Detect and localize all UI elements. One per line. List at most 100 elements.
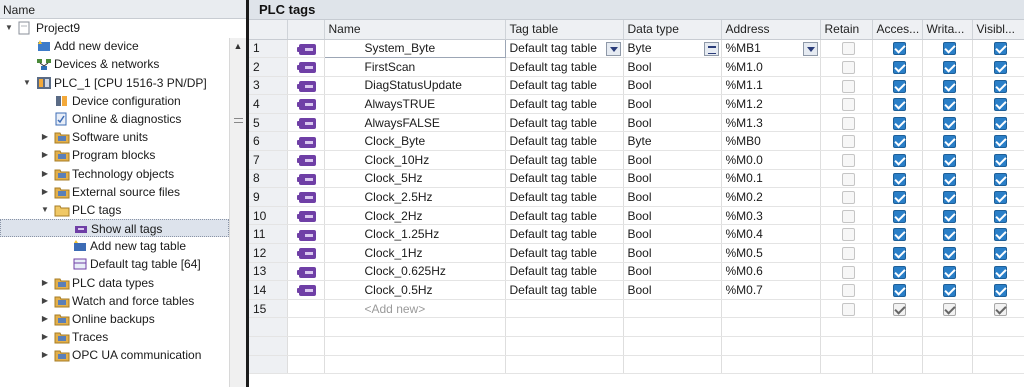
accessible-cell[interactable] [872, 76, 923, 96]
tag-table-cell[interactable]: Default tag table [505, 169, 624, 189]
writable-checkbox[interactable] [942, 209, 956, 223]
visible-checkbox[interactable] [993, 61, 1007, 75]
retain-cell[interactable] [820, 206, 873, 226]
visible-checkbox[interactable] [993, 135, 1007, 149]
column-header[interactable] [287, 20, 325, 40]
tag-table-cell[interactable]: Default tag table [505, 39, 624, 59]
retain-cell[interactable] [820, 224, 873, 245]
column-header[interactable]: Tag table [505, 20, 624, 40]
tree-item[interactable]: Online & diagnostics [0, 110, 229, 128]
retain-cell[interactable] [820, 299, 873, 319]
writable-cell[interactable] [922, 113, 973, 133]
column-header[interactable]: Retain [820, 20, 873, 40]
accessible-checkbox[interactable] [892, 116, 906, 130]
address-cell[interactable]: %M0.1 [721, 169, 821, 189]
tag-table-cell[interactable]: Default tag table [505, 262, 624, 282]
data-type-cell[interactable]: Bool [623, 113, 722, 133]
writable-cell[interactable] [922, 76, 973, 96]
tag-name[interactable]: AlwaysFALSE [324, 113, 506, 133]
collapse-arrow-icon[interactable]: ▶ [40, 346, 50, 364]
table-row[interactable]: 12 Clock_1Hz Default tag table Bool %M0.5 [249, 243, 1024, 263]
tree-item[interactable]: Show all tags [0, 219, 229, 238]
accessible-checkbox[interactable] [892, 154, 906, 168]
retain-cell[interactable] [820, 57, 873, 77]
expand-arrow-icon[interactable]: ▼ [4, 19, 14, 37]
retain-cell[interactable] [820, 243, 873, 263]
tree-item[interactable]: ▶ Software units [0, 128, 229, 146]
collapse-arrow-icon[interactable]: ▶ [40, 183, 50, 201]
data-type-cell[interactable]: Bool [623, 94, 722, 114]
tree-scrollbar[interactable]: ▲ [229, 38, 246, 387]
collapse-arrow-icon[interactable]: ▶ [40, 328, 50, 346]
table-row[interactable]: 14 Clock_0.5Hz Default tag table Bool %M0.7 [249, 280, 1024, 300]
address-cell[interactable]: %M0.0 [721, 150, 821, 170]
expand-arrow-icon[interactable]: ▼ [40, 201, 50, 219]
visible-checkbox[interactable] [993, 209, 1007, 223]
writable-checkbox[interactable] [942, 191, 956, 205]
accessible-checkbox[interactable] [892, 135, 906, 149]
collapse-arrow-icon[interactable]: ▶ [40, 165, 50, 183]
retain-checkbox[interactable] [841, 61, 855, 75]
address-cell[interactable]: %M1.1 [721, 76, 821, 96]
writable-checkbox[interactable] [942, 61, 956, 75]
column-header[interactable]: Address [721, 20, 821, 40]
writable-checkbox[interactable] [942, 172, 956, 186]
accessible-checkbox[interactable] [892, 209, 906, 223]
table-row[interactable]: 1 System_Byte Default tag table Byte %MB1 [249, 38, 1024, 59]
tree-item[interactable]: ▶ Traces [0, 328, 229, 346]
writable-cell[interactable] [922, 169, 973, 189]
accessible-checkbox[interactable] [892, 284, 906, 298]
table-row[interactable]: 3 DiagStatusUpdate Default tag table Bool %M… [249, 76, 1024, 96]
writable-cell[interactable] [922, 187, 973, 207]
retain-checkbox[interactable] [841, 116, 855, 130]
writable-checkbox[interactable] [942, 284, 956, 298]
address-cell[interactable]: %M0.3 [721, 206, 821, 226]
writable-cell[interactable] [922, 262, 973, 282]
data-type-cell[interactable]: Bool [623, 206, 722, 226]
accessible-cell[interactable] [872, 243, 923, 263]
retain-checkbox[interactable] [841, 172, 855, 186]
tree-item[interactable]: ▶ PLC data types [0, 274, 229, 292]
visible-checkbox[interactable] [993, 302, 1007, 316]
data-type-cell[interactable]: Bool [623, 243, 722, 263]
writable-cell[interactable] [922, 280, 973, 300]
writable-checkbox[interactable] [942, 265, 956, 279]
retain-checkbox[interactable] [841, 265, 855, 279]
tree-item[interactable]: ▼ PLC tags [0, 201, 229, 219]
retain-cell[interactable] [820, 113, 873, 133]
expand-arrow-icon[interactable]: ▼ [22, 74, 32, 92]
collapse-arrow-icon[interactable]: ▶ [40, 146, 50, 164]
add-new-cell[interactable]: <Add new> [324, 299, 506, 319]
writable-checkbox[interactable] [942, 302, 956, 316]
address-cell[interactable]: %M1.3 [721, 113, 821, 133]
accessible-checkbox[interactable] [892, 98, 906, 112]
tree-item[interactable]: ▶ Technology objects [0, 165, 229, 183]
tag-table-dropdown-icon[interactable] [605, 41, 621, 56]
tag-table-cell[interactable]: Default tag table [505, 150, 624, 170]
visible-cell[interactable] [972, 280, 1024, 300]
writable-checkbox[interactable] [942, 116, 956, 130]
retain-cell[interactable] [820, 39, 873, 59]
tag-name[interactable]: AlwaysTRUE [324, 94, 506, 114]
column-header[interactable]: Data type [623, 20, 722, 40]
scroll-up-icon[interactable]: ▲ [230, 38, 246, 55]
writable-checkbox[interactable] [942, 154, 956, 168]
tree-item[interactable]: Add new device [0, 37, 229, 55]
writable-cell[interactable] [922, 39, 973, 59]
accessible-checkbox[interactable] [892, 191, 906, 205]
table-row[interactable]: 9 Clock_2.5Hz Default tag table Bool %M0.2 [249, 187, 1024, 207]
address-cell[interactable]: %M0.6 [721, 262, 821, 282]
writable-checkbox[interactable] [942, 79, 956, 93]
visible-checkbox[interactable] [993, 154, 1007, 168]
tag-table-cell[interactable]: Default tag table [505, 224, 624, 245]
tag-name[interactable]: Clock_Byte [324, 131, 506, 152]
address-cell[interactable]: %M0.5 [721, 243, 821, 263]
table-row[interactable]: 11 Clock_1.25Hz Default tag table Bool %M0.4 [249, 224, 1024, 245]
data-type-cell[interactable]: Byte [623, 131, 722, 152]
tag-table-cell[interactable]: Default tag table [505, 243, 624, 263]
accessible-cell[interactable] [872, 150, 923, 170]
data-type-cell[interactable]: Bool [623, 187, 722, 207]
accessible-checkbox[interactable] [892, 172, 906, 186]
writable-cell[interactable] [922, 57, 973, 77]
accessible-cell[interactable] [872, 224, 923, 245]
